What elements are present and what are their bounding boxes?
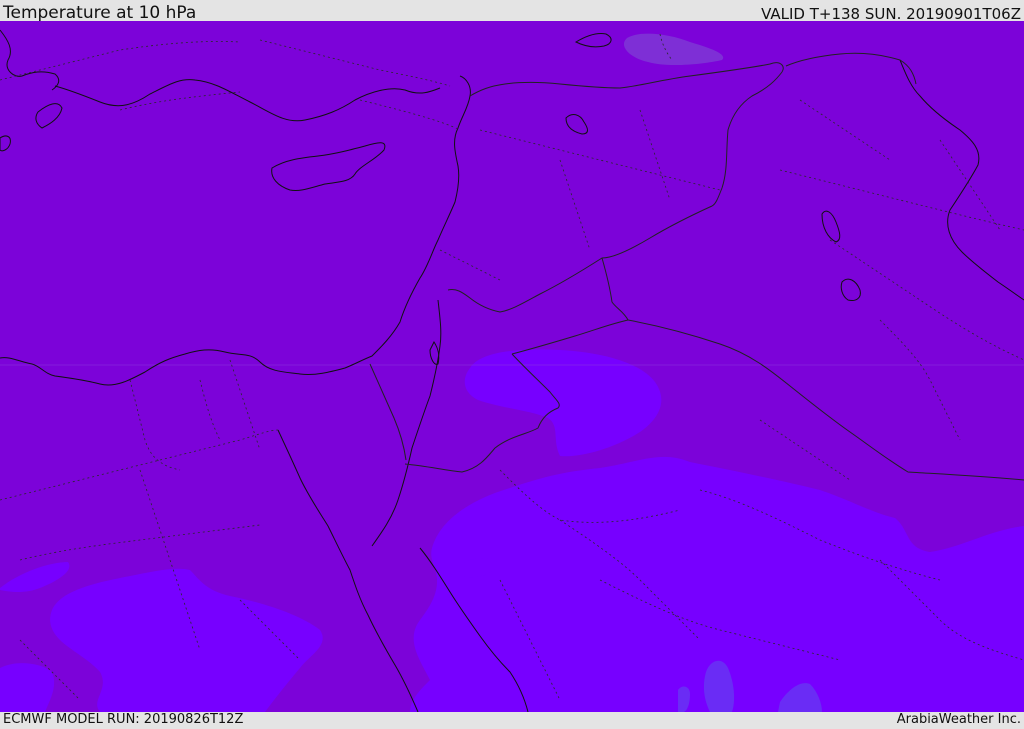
weather-map[interactable] — [0, 21, 1024, 712]
map-canvas — [0, 21, 1024, 712]
header-bar: Temperature at 10 hPa VALID T+138 SUN. 2… — [0, 0, 1024, 23]
model-run-label: ECMWF MODEL RUN: 20190826T12Z — [3, 712, 244, 727]
footer-bar: ECMWF MODEL RUN: 20190826T12Z ArabiaWeat… — [0, 712, 1024, 729]
cold-region-sw — [0, 663, 55, 712]
credit-label: ArabiaWeather Inc. — [896, 712, 1021, 727]
map-title: Temperature at 10 hPa — [3, 3, 197, 23]
